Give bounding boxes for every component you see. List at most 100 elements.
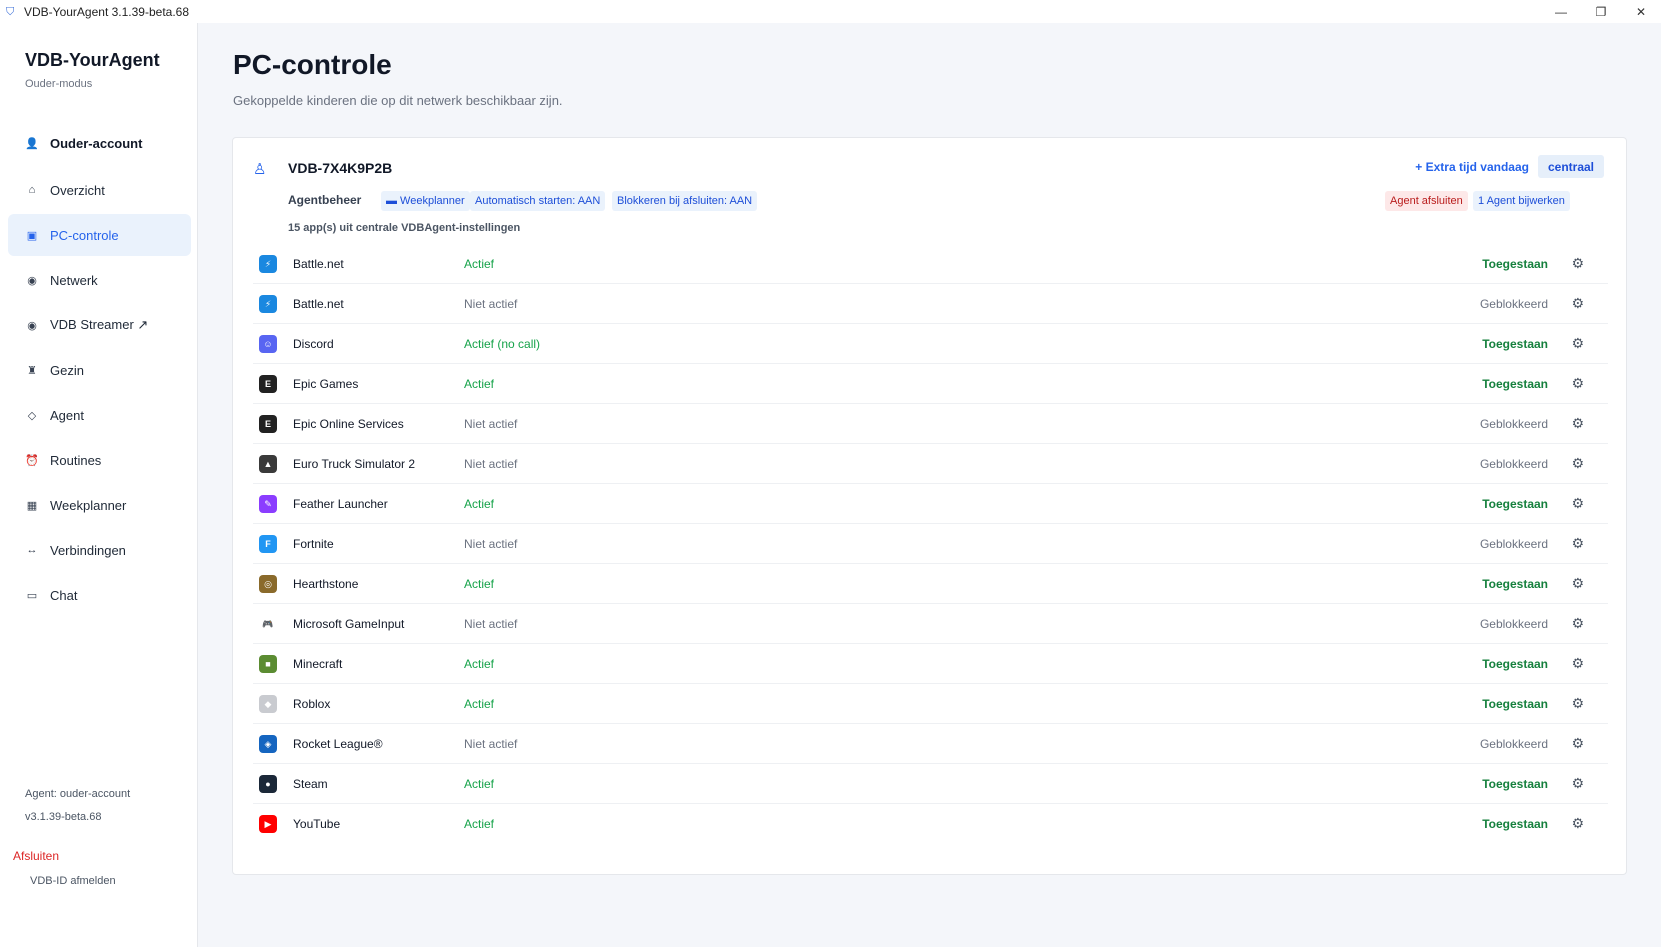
app-permission-toggle[interactable]: Toegestaan — [1482, 577, 1548, 591]
app-name: Epic Online Services — [293, 417, 404, 431]
gear-icon[interactable]: ⚙ — [1571, 695, 1584, 712]
gear-icon[interactable]: ⚙ — [1571, 655, 1584, 672]
app-row: 🎮 Microsoft GameInput Niet actief Geblokkee… — [253, 604, 1608, 644]
gear-icon[interactable]: ⚙ — [1571, 255, 1584, 272]
sidebar: VDB-YourAgent Ouder-modus 👤 Ouder-account… — [0, 23, 198, 947]
app-permission-toggle[interactable]: Toegestaan — [1482, 817, 1548, 831]
close-icon[interactable]: ✕ — [1621, 0, 1661, 23]
person-icon: 👤 — [25, 137, 39, 150]
family-icon: ♜ — [27, 364, 37, 377]
epic-games-icon: E — [259, 375, 277, 393]
sidebar-item-verbindingen[interactable]: ↔ Verbindingen — [8, 529, 191, 571]
sidebar-item-pc-controle[interactable]: ▣ PC-controle — [8, 214, 191, 256]
app-name: Battle.net — [293, 297, 344, 311]
app-status: Actief — [464, 697, 495, 711]
device-card: ♙ VDB-7X4K9P2B + Extra tijd vandaag cent… — [232, 137, 1627, 875]
app-permission-toggle[interactable]: Toegestaan — [1482, 697, 1548, 711]
shield-icon: ⛉ — [6, 5, 15, 18]
app-permission-toggle[interactable]: Toegestaan — [1482, 377, 1548, 391]
extra-time-button[interactable]: + Extra tijd vandaag — [1415, 160, 1529, 174]
gear-icon[interactable]: ⚙ — [1571, 375, 1584, 392]
gamepad-icon: 🎮 — [259, 615, 277, 633]
link-icon: ↔ — [26, 544, 38, 556]
sidebar-item-vdb-streamer[interactable]: ◉ VDB Streamer ↗ — [8, 304, 191, 346]
app-status: Actief — [464, 497, 495, 511]
sidebar-item-overzicht[interactable]: ⌂ Overzicht — [8, 169, 191, 211]
battlenet-icon: ⚡ — [259, 295, 277, 313]
gear-icon[interactable]: ⚙ — [1571, 295, 1584, 312]
app-status: Actief — [464, 377, 495, 391]
agent-update-button[interactable]: 1 Agent bijwerken — [1473, 191, 1570, 211]
app-permission-toggle[interactable]: Toegestaan — [1482, 337, 1548, 351]
page-title: PC-controle — [233, 49, 392, 80]
app-row: ◎ Hearthstone Actief Toegestaan ⚙ — [253, 564, 1608, 604]
app-permission-toggle[interactable]: Toegestaan — [1482, 257, 1548, 271]
window-controls: — ❐ ✕ — [1541, 0, 1661, 23]
gear-icon[interactable]: ⚙ — [1571, 495, 1584, 512]
sidebar-item-netwerk[interactable]: ◉ Netwerk — [8, 259, 191, 301]
agent-label: Agent: ouder-account — [25, 788, 131, 800]
gear-icon[interactable]: ⚙ — [1571, 735, 1584, 752]
hearthstone-icon: ◎ — [259, 575, 277, 593]
app-status: Actief — [464, 657, 495, 671]
app-permission-toggle[interactable]: Toegestaan — [1482, 497, 1548, 511]
version-label: v3.1.39-beta.68 — [25, 811, 102, 823]
gear-icon[interactable]: ⚙ — [1571, 775, 1584, 792]
app-name: Epic Games — [293, 377, 359, 391]
gear-icon[interactable]: ⚙ — [1571, 815, 1584, 832]
app-name: Battle.net — [293, 257, 344, 271]
app-name: Euro Truck Simulator 2 — [293, 457, 416, 471]
title-bar: ⛉ VDB-YourAgent 3.1.39-beta.68 — ❐ ✕ — [0, 0, 1661, 23]
app-permission-toggle[interactable]: Geblokkeerd — [1480, 537, 1548, 551]
sidebar-item-chat[interactable]: ▭ Chat — [8, 574, 191, 616]
agent-management-label: Agentbeheer — [288, 193, 362, 207]
app-permission-toggle[interactable]: Geblokkeerd — [1480, 457, 1548, 471]
sidebar-item-weekplanner[interactable]: ▦ Weekplanner — [8, 484, 191, 526]
quit-button[interactable]: Afsluiten — [13, 849, 59, 863]
sidebar-item-label: Weekplanner — [50, 497, 127, 513]
app-status: Niet actief — [464, 417, 518, 431]
rocket-league-icon: ◈ — [259, 735, 277, 753]
app-status: Niet actief — [464, 537, 518, 551]
app-permission-toggle[interactable]: Geblokkeerd — [1480, 417, 1548, 431]
sidebar-item-agent[interactable]: ◇ Agent — [8, 394, 191, 436]
app-permission-toggle[interactable]: Geblokkeerd — [1480, 297, 1548, 311]
block-on-close-chip[interactable]: Blokkeren bij afsluiten: AAN — [612, 191, 758, 211]
sidebar-item-label: VDB Streamer ↗ — [50, 317, 149, 332]
gear-icon[interactable]: ⚙ — [1571, 415, 1584, 432]
app-permission-toggle[interactable]: Toegestaan — [1482, 657, 1548, 671]
app-permission-toggle[interactable]: Geblokkeerd — [1480, 617, 1548, 631]
app-status: Actief — [464, 817, 495, 831]
sidebar-item-routines[interactable]: ⏰ Routines — [8, 439, 191, 481]
weekplanner-chip[interactable]: ▬ Weekplanner — [381, 191, 470, 211]
sidebar-item-label: Agent — [50, 407, 84, 423]
sidebar-item-label: PC-controle — [50, 227, 119, 243]
agent-quit-button[interactable]: Agent afsluiten — [1385, 191, 1468, 211]
gear-icon[interactable]: ⚙ — [1571, 535, 1584, 552]
minecraft-icon: ■ — [259, 655, 277, 673]
minimize-icon[interactable]: — — [1541, 0, 1581, 23]
restore-icon[interactable]: ❐ — [1581, 0, 1621, 23]
gear-icon[interactable]: ⚙ — [1571, 335, 1584, 352]
app-row: ▶ YouTube Actief Toegestaan ⚙ — [253, 804, 1608, 844]
sidebar-item-label: Routines — [50, 452, 102, 468]
app-name: Feather Launcher — [293, 497, 388, 511]
app-status: Niet actief — [464, 297, 518, 311]
sidebar-item-ouder-account[interactable]: 👤 Ouder-account — [8, 122, 191, 164]
epic-games-icon: E — [259, 415, 277, 433]
central-badge[interactable]: centraal — [1537, 155, 1604, 178]
app-row: E Epic Games Actief Toegestaan ⚙ — [253, 364, 1608, 404]
sidebar-item-gezin[interactable]: ♜ Gezin — [8, 349, 191, 391]
youtube-icon: ▶ — [259, 815, 277, 833]
gear-icon[interactable]: ⚙ — [1571, 455, 1584, 472]
gear-icon[interactable]: ⚙ — [1571, 575, 1584, 592]
app-row: ✎ Feather Launcher Actief Toegestaan ⚙ — [253, 484, 1608, 524]
logout-link[interactable]: VDB-ID afmelden — [30, 875, 116, 887]
app-permission-toggle[interactable]: Toegestaan — [1482, 777, 1548, 791]
autostart-chip[interactable]: Automatisch starten: AAN — [470, 191, 606, 211]
app-permission-toggle[interactable]: Geblokkeerd — [1480, 737, 1548, 751]
gear-icon[interactable]: ⚙ — [1571, 615, 1584, 632]
app-name: Roblox — [293, 697, 331, 711]
app-status: Niet actief — [464, 457, 518, 471]
battlenet-icon: ⚡ — [259, 255, 277, 273]
